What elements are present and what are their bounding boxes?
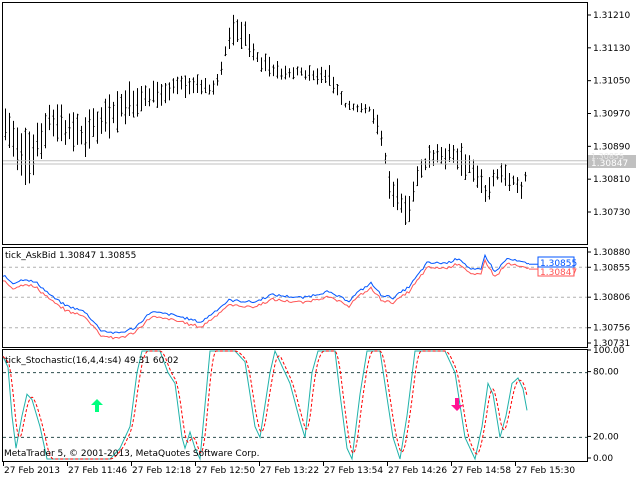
askbid-axis-label: 1.30855 [593, 263, 630, 273]
main-panel [2, 2, 588, 245]
copyright-text: MetaTrader 5, © 2001-2013, MetaQuotes So… [4, 449, 260, 459]
bid-price-label: 1.30847 [591, 159, 628, 169]
bid-value-label: 1.30847 [540, 268, 577, 278]
stochastic-axis-label: 80.00 [593, 368, 619, 378]
bid-line [2, 258, 530, 340]
stochastic-axis-label: 0.00 [593, 454, 613, 464]
sell-arrow-icon [451, 398, 463, 411]
stochastic-panel [2, 349, 588, 462]
time-axis-label: 27 Feb 14:26 [388, 466, 447, 476]
time-axis-label: 27 Feb 11:46 [68, 466, 127, 476]
price-axis-label: 1.30970 [593, 110, 630, 120]
askbid-axis-label: 1.30806 [593, 293, 630, 303]
stochastic-title: tick_Stochastic(16,4,4:s4) 49.31 60.02 [5, 356, 179, 366]
askbid-title: tick_AskBid 1.30847 1.30855 [5, 251, 136, 261]
ask-value-label: 1.30855 [540, 259, 577, 269]
stochastic-axis-label: 20.00 [593, 432, 619, 442]
time-axis-label: 27 Feb 12:50 [196, 466, 255, 476]
time-axis-label: 27 Feb 12:18 [132, 466, 191, 476]
stochastic-main-line [2, 349, 528, 461]
metatrader-chart-window: 1.31210 1.31130 1.31050 1.30970 1.30890 1.308… [0, 0, 640, 480]
price-axis-label: 1.30810 [593, 175, 630, 185]
time-axis-label: 27 Feb 2013 [4, 466, 60, 476]
stochastic-axis-label: 100.00 [593, 346, 625, 356]
price-axis-label: 1.30730 [593, 208, 630, 218]
chart-canvas[interactable]: 1.31210 1.31130 1.31050 1.30970 1.30890 1.308… [0, 0, 640, 480]
buy-arrow-icon [91, 399, 103, 412]
price-axis-label: 1.30890 [593, 142, 630, 152]
price-axis-label: 1.31050 [593, 77, 630, 87]
price-axis-label: 1.31210 [593, 11, 630, 21]
time-axis-label: 27 Feb 15:30 [516, 466, 575, 476]
time-axis-label: 27 Feb 13:54 [324, 466, 383, 476]
askbid-axis-label: 1.30880 [593, 248, 630, 258]
time-axis-label: 27 Feb 14:58 [452, 466, 511, 476]
price-axis-label: 1.31130 [593, 44, 630, 54]
askbid-axis-label: 1.30756 [593, 324, 630, 334]
time-axis-label: 27 Feb 13:22 [260, 466, 319, 476]
